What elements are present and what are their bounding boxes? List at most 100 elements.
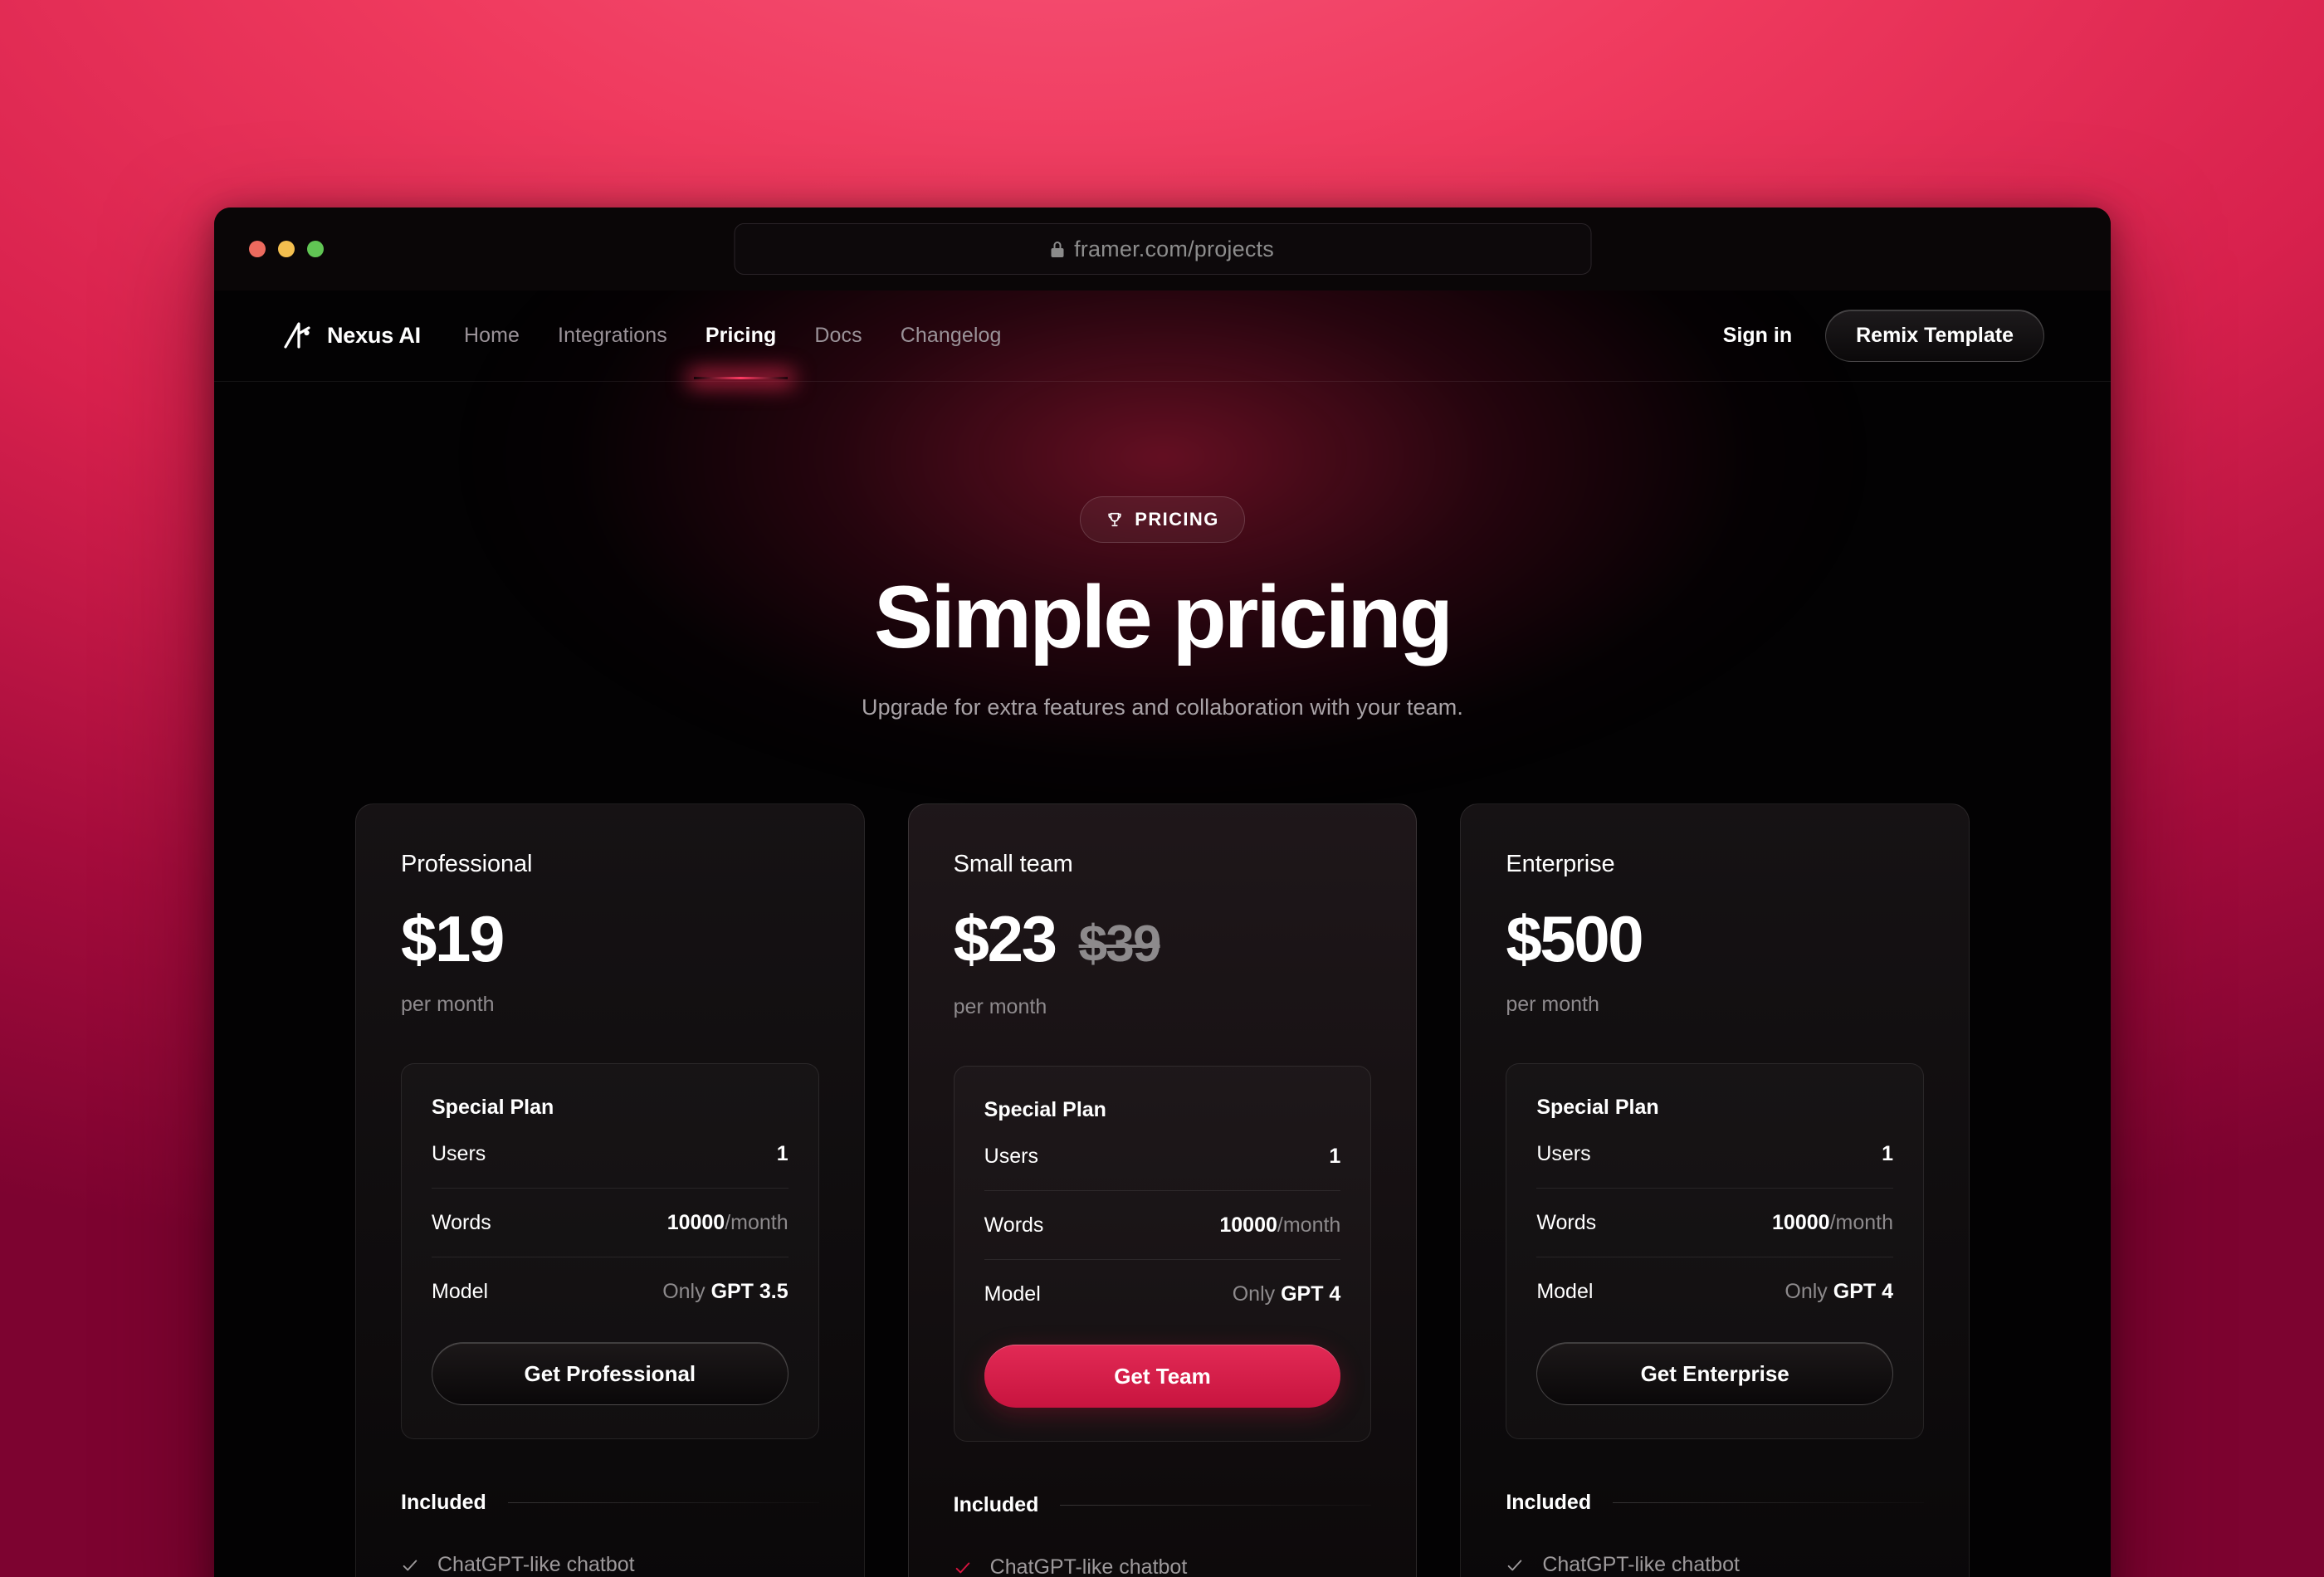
window-controls[interactable] xyxy=(249,241,324,257)
page-subtitle: Upgrade for extra features and collabora… xyxy=(862,695,1463,720)
site-navbar: Nexus AI Home Integrations Pricing Docs … xyxy=(214,290,2111,382)
page-content: Nexus AI Home Integrations Pricing Docs … xyxy=(214,290,2111,1577)
lock-icon xyxy=(1051,241,1064,257)
feature-item: ChatGPT-like chatbot xyxy=(954,1555,1372,1577)
check-icon xyxy=(1508,1560,1522,1570)
included-section: Included ChatGPT-like chatbot AI Article… xyxy=(1506,1491,1924,1577)
divider xyxy=(507,1502,819,1503)
zoom-window-button[interactable] xyxy=(307,241,324,257)
brand-name: Nexus AI xyxy=(327,323,421,348)
spec-key: Words xyxy=(984,1213,1044,1237)
nav-link-pricing[interactable]: Pricing xyxy=(694,324,788,379)
browser-chrome: framer.com/projects xyxy=(214,208,2111,290)
pricing-cards: Professional $19 per month Special Plan … xyxy=(355,803,1970,1577)
check-icon xyxy=(955,1562,969,1573)
spec-value: Only GPT 4 xyxy=(1232,1282,1341,1306)
plan-price-row: $500 xyxy=(1506,906,1924,971)
plan-spec-panel: Special Plan Users 1 Words 10000/month M… xyxy=(1506,1063,1924,1439)
nav-links: Home Integrations Pricing Docs Changelog xyxy=(464,324,1002,379)
spec-row-model: Model Only GPT 4 xyxy=(984,1260,1341,1328)
spec-row-users: Users 1 xyxy=(984,1122,1341,1191)
remix-template-button[interactable]: Remix Template xyxy=(1825,310,2044,362)
plan-period: per month xyxy=(401,993,495,1016)
hero-section: PRICING Simple pricing Upgrade for extra… xyxy=(214,382,2111,720)
get-professional-button[interactable]: Get Professional xyxy=(432,1342,788,1405)
included-title: Included xyxy=(953,1493,1039,1516)
nav-link-changelog[interactable]: Changelog xyxy=(901,324,1002,348)
browser-window: framer.com/projects Nexus AI Home Integr… xyxy=(214,208,2111,1577)
spec-key: Users xyxy=(984,1145,1038,1168)
spec-panel-title: Special Plan xyxy=(432,1096,554,1119)
get-team-button[interactable]: Get Team xyxy=(984,1345,1341,1408)
spec-key: Words xyxy=(1536,1211,1597,1234)
included-header: Included xyxy=(954,1493,1372,1517)
included-header: Included xyxy=(1506,1491,1924,1515)
plan-name: Enterprise xyxy=(1506,851,1615,877)
check-icon xyxy=(403,1560,417,1570)
url-text: framer.com/projects xyxy=(1074,236,1274,261)
feature-label: ChatGPT-like chatbot xyxy=(437,1553,635,1576)
spec-key: Users xyxy=(1536,1142,1591,1165)
plan-price: $23 xyxy=(953,902,1057,975)
plan-period: per month xyxy=(953,995,1047,1018)
spec-value: 10000/month xyxy=(1772,1211,1893,1234)
plan-price: $19 xyxy=(401,902,505,975)
divider xyxy=(1613,1502,1924,1503)
spec-key: Words xyxy=(432,1211,491,1234)
spec-key: Users xyxy=(432,1142,486,1165)
sign-in-link[interactable]: Sign in xyxy=(1723,324,1792,348)
plan-price-original: $39 xyxy=(1078,915,1162,973)
included-title: Included xyxy=(401,1491,486,1514)
divider xyxy=(1060,1505,1372,1506)
nav-link-home[interactable]: Home xyxy=(464,324,520,348)
spec-row-users: Users 1 xyxy=(432,1120,788,1189)
included-section: Included ChatGPT-like chatbot AI Article… xyxy=(954,1493,1372,1577)
nav-actions: Sign in Remix Template xyxy=(1723,310,2044,362)
pricing-card-professional: Professional $19 per month Special Plan … xyxy=(355,803,865,1577)
spec-panel-title: Special Plan xyxy=(1536,1096,1659,1119)
plan-name: Small team xyxy=(953,851,1073,877)
spec-value: 1 xyxy=(1329,1145,1341,1168)
feature-label: ChatGPT-like chatbot xyxy=(1542,1553,1740,1576)
pricing-badge: PRICING xyxy=(1080,496,1245,543)
spec-panel-title: Special Plan xyxy=(984,1098,1106,1121)
spec-value: 10000/month xyxy=(1219,1213,1341,1237)
spec-value: 1 xyxy=(1882,1142,1893,1165)
spec-row-words: Words 10000/month xyxy=(984,1191,1341,1260)
spec-value: 1 xyxy=(776,1142,788,1165)
pricing-badge-label: PRICING xyxy=(1135,509,1219,530)
spec-row-words: Words 10000/month xyxy=(1536,1189,1893,1257)
plan-spec-panel: Special Plan Users 1 Words 10000/month M… xyxy=(953,1066,1372,1442)
plan-price-row: $19 xyxy=(401,906,819,971)
feature-label: ChatGPT-like chatbot xyxy=(989,1555,1188,1577)
plan-spec-panel: Special Plan Users 1 Words 10000/month M… xyxy=(401,1063,819,1439)
close-window-button[interactable] xyxy=(249,241,266,257)
spec-value: Only GPT 3.5 xyxy=(662,1280,788,1303)
plan-price: $500 xyxy=(1506,902,1643,975)
nexus-logo-icon xyxy=(284,321,310,349)
included-title: Included xyxy=(1506,1491,1592,1514)
spec-key: Model xyxy=(984,1282,1041,1306)
plan-name: Professional xyxy=(401,851,533,877)
included-header: Included xyxy=(401,1491,819,1515)
spec-row-words: Words 10000/month xyxy=(432,1189,788,1257)
page-title: Simple pricing xyxy=(873,567,1453,666)
plan-price-row: $23 $39 xyxy=(954,906,1372,974)
spec-key: Model xyxy=(1536,1280,1594,1303)
spec-value: 10000/month xyxy=(666,1211,788,1234)
pricing-card-small-team: Small team $23 $39 per month Special Pla… xyxy=(907,803,1418,1577)
pricing-card-enterprise: Enterprise $500 per month Special Plan U… xyxy=(1460,803,1970,1577)
spec-row-model: Model Only GPT 4 xyxy=(1536,1257,1893,1326)
included-section: Included ChatGPT-like chatbot AI Article… xyxy=(401,1491,819,1577)
spec-key: Model xyxy=(432,1280,489,1303)
get-enterprise-button[interactable]: Get Enterprise xyxy=(1536,1342,1893,1405)
brand-logo[interactable]: Nexus AI xyxy=(281,320,421,353)
nav-link-integrations[interactable]: Integrations xyxy=(558,324,667,348)
address-bar[interactable]: framer.com/projects xyxy=(734,223,1591,275)
nav-link-docs[interactable]: Docs xyxy=(814,324,862,348)
feature-item: ChatGPT-like chatbot xyxy=(401,1553,819,1577)
spec-row-users: Users 1 xyxy=(1536,1120,1893,1189)
feature-item: ChatGPT-like chatbot xyxy=(1506,1553,1924,1577)
plan-period: per month xyxy=(1506,993,1599,1016)
minimize-window-button[interactable] xyxy=(278,241,295,257)
